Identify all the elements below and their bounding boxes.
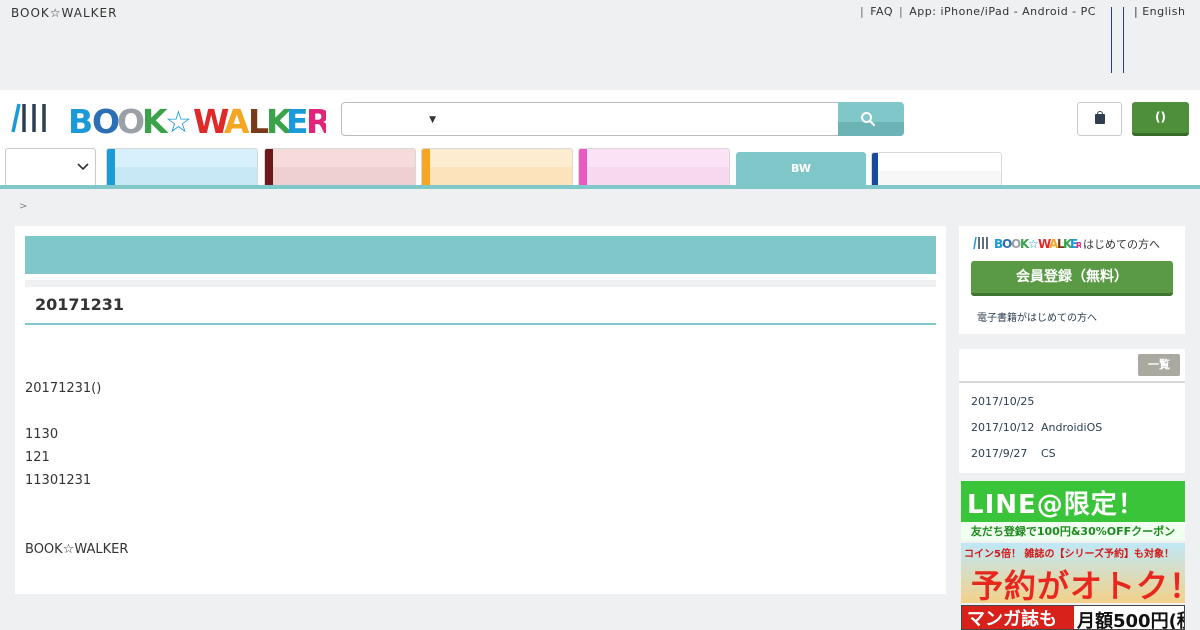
english-link[interactable]: English bbox=[1142, 5, 1185, 18]
svg-text:R: R bbox=[306, 102, 326, 136]
svg-text:☆: ☆ bbox=[165, 105, 192, 136]
ebook-beginner-link[interactable]: 電子書籍がはじめての方へ bbox=[977, 309, 1097, 324]
article-line: 1130 bbox=[25, 427, 59, 442]
tab-bw[interactable]: BW bbox=[736, 152, 866, 185]
divider bbox=[1111, 7, 1112, 73]
first-time-label: はじめての方へ bbox=[1083, 238, 1160, 251]
site-header: B O O K ☆ W A L K E R ▼ () BW bbox=[0, 90, 1200, 189]
search-category-select[interactable]: ▼ bbox=[341, 102, 442, 136]
title-rule bbox=[25, 323, 936, 325]
article-line: BOOK☆WALKER bbox=[25, 542, 129, 557]
search-icon bbox=[861, 112, 876, 127]
tab-category-4[interactable] bbox=[578, 148, 730, 185]
news-article: 20171231 20171231() 1130 121 11301231 BO… bbox=[15, 226, 946, 594]
login-button[interactable]: () bbox=[1132, 102, 1189, 136]
news-text: AndroidiOS bbox=[1041, 421, 1103, 434]
bag-icon bbox=[1095, 111, 1105, 124]
faq-link[interactable]: FAQ bbox=[870, 5, 893, 18]
article-line: 20171231() bbox=[25, 381, 102, 396]
news-item[interactable]: 2017/9/27 CS bbox=[971, 447, 1056, 460]
lang-separator: | bbox=[1134, 5, 1139, 18]
article-line: 11301231 bbox=[25, 473, 92, 488]
news-item[interactable]: 2017/10/25 bbox=[971, 395, 1041, 408]
reservation-ad-sub: コイン5倍！ 雑誌の【シリーズ予約】も対象！ bbox=[964, 549, 1174, 560]
tab-category-5[interactable] bbox=[871, 152, 1002, 185]
article-line: 121 bbox=[25, 450, 50, 465]
tab-category-2[interactable] bbox=[264, 148, 416, 185]
site-tagline: BOOK☆WALKER bbox=[11, 6, 151, 19]
news-text: CS bbox=[1041, 447, 1056, 460]
logo-mark-icon bbox=[11, 103, 46, 133]
manga-magazine-banner-ad[interactable]: マンガ誌も 月額500円(税抜) bbox=[961, 605, 1185, 630]
bookwalker-small-logo: B O O K ☆ W A L K E R bbox=[973, 236, 1081, 250]
manga-ad-right: 月額500円(税抜) bbox=[1077, 611, 1184, 630]
reservation-ad-headline: 予約がオトク！ bbox=[971, 567, 1185, 603]
top-links: | FAQ | App: iPhone/iPad - Android - PC bbox=[858, 5, 1096, 18]
reservation-banner-ad[interactable]: コイン5倍！ 雑誌の【シリーズ予約】も対象！ 予約がオトク！ bbox=[961, 543, 1185, 603]
line-banner-ad[interactable]: LINE@限定！ 友だち登録で100円&30%OFFクーポン bbox=[961, 481, 1185, 541]
caret-down-icon: ▼ bbox=[429, 115, 436, 125]
article-subbar bbox=[25, 280, 936, 287]
tab-category-1[interactable] bbox=[106, 148, 258, 185]
category-dropdown[interactable] bbox=[5, 148, 96, 185]
divider bbox=[1123, 7, 1124, 73]
chevron-down-icon bbox=[77, 163, 89, 171]
language-switch[interactable]: | English bbox=[1134, 5, 1185, 18]
tab-category-3[interactable] bbox=[421, 148, 573, 185]
news-list-box: 一覧 2017/10/25 2017/10/12 AndroidiOS 2017/… bbox=[959, 349, 1185, 473]
news-date: 2017/9/27 bbox=[971, 447, 1028, 460]
line-ad-headline: LINE@限定！ bbox=[967, 490, 1145, 520]
article-banner bbox=[25, 236, 936, 274]
top-strip: BOOK☆WALKER | FAQ | App: iPhone/iPad - A… bbox=[0, 0, 1200, 90]
svg-text:R: R bbox=[1076, 241, 1081, 250]
manga-ad-left: マンガ誌も bbox=[962, 606, 1074, 629]
svg-text:A: A bbox=[224, 102, 250, 136]
bookwalker-logo[interactable]: B O O K ☆ W A L K E R bbox=[10, 100, 326, 136]
divider bbox=[959, 381, 1185, 383]
tagline-brand: BOOK☆WALKER bbox=[11, 6, 118, 20]
search-button[interactable] bbox=[838, 102, 904, 136]
article-title: 20171231 bbox=[35, 295, 125, 314]
link-separator: | bbox=[860, 5, 865, 18]
header-accent-bar bbox=[0, 185, 1200, 189]
cart-button[interactable] bbox=[1077, 102, 1122, 136]
svg-text:O: O bbox=[92, 102, 120, 136]
svg-text:B: B bbox=[68, 102, 93, 136]
search-input[interactable] bbox=[441, 102, 839, 136]
register-button[interactable]: 会員登録（無料） bbox=[971, 261, 1173, 296]
breadcrumb[interactable]: > bbox=[19, 201, 27, 212]
news-date: 2017/10/25 bbox=[971, 395, 1035, 408]
view-all-button[interactable]: 一覧 bbox=[1138, 354, 1180, 376]
search-bar: ▼ bbox=[341, 102, 904, 136]
welcome-box: B O O K ☆ W A L K E R はじめての方へ 会員登録（無料） 電… bbox=[959, 226, 1185, 334]
svg-text:O: O bbox=[117, 102, 145, 136]
link-separator: | bbox=[899, 5, 904, 18]
news-date: 2017/10/12 bbox=[971, 421, 1035, 434]
news-item[interactable]: 2017/10/12 AndroidiOS bbox=[971, 421, 1102, 434]
app-links[interactable]: App: iPhone/iPad - Android - PC bbox=[909, 5, 1096, 18]
line-ad-strip: 友だち登録で100円&30%OFFクーポン bbox=[961, 522, 1185, 541]
